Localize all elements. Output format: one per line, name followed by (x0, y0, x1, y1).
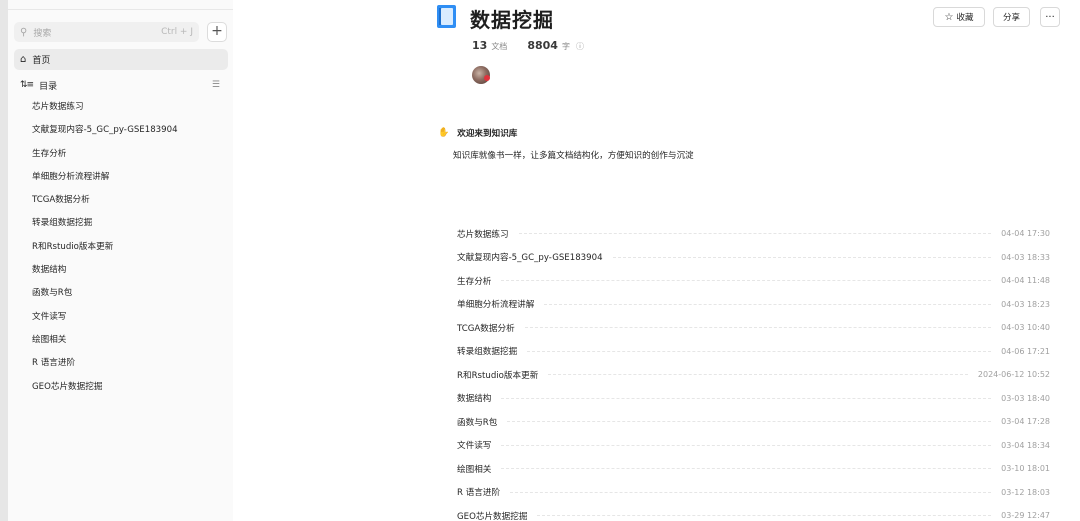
document-row[interactable]: 函数与R包 03-04 17:28 (457, 410, 1050, 434)
document-row[interactable]: 单细胞分析流程讲解 04-03 18:23 (457, 293, 1050, 317)
word-count: 8804 (527, 39, 558, 52)
home-icon: ⌂ (20, 54, 27, 65)
toc-label: 目录 (39, 81, 58, 92)
star-label: 收藏 (956, 13, 974, 23)
welcome-description: 知识库就像书一样，让多篇文档结构化，方便知识的创作与沉淀 (453, 151, 694, 161)
document-date: 03-12 18:03 (1001, 487, 1050, 497)
avatar[interactable] (472, 66, 490, 84)
document-date: 03-04 17:28 (1001, 417, 1050, 427)
document-title: 文件读写 (457, 441, 492, 452)
sidebar-doc-item[interactable]: 函数与R包 (32, 285, 227, 308)
search-icon: ⚲ (20, 26, 28, 38)
search-placeholder: 搜索 (33, 28, 52, 39)
doc-count-unit: 文档 (491, 42, 508, 51)
sidebar-divider (8, 9, 233, 10)
home-label: 首页 (32, 56, 51, 66)
document-date: 03-29 12:47 (1001, 511, 1050, 521)
page-title: 数据挖掘 (470, 8, 554, 32)
sidebar: ⚲ 搜索 Ctrl + J + ⌂ 首页 ⇅≡ 目录 ☰ 芯片数据练习 文献复现… (0, 0, 233, 521)
book-stats: 13 文档 8804 字 ⓘ (472, 39, 584, 52)
sidebar-doc-item[interactable]: 文献复现内容-5_GC_py-GSE183904 (32, 122, 227, 145)
document-row[interactable]: 绘图相关 03-10 18:01 (457, 457, 1050, 481)
document-date: 03-10 18:01 (1001, 464, 1050, 474)
search-shortcut: Ctrl + J (161, 27, 193, 37)
sidebar-doc-item[interactable]: 单细胞分析流程讲解 (32, 169, 227, 192)
star-icon: ☆ (944, 11, 954, 23)
document-title: 单细胞分析流程讲解 (457, 300, 535, 311)
sidebar-doc-list: 芯片数据练习 文献复现内容-5_GC_py-GSE183904 生存分析 单细胞… (32, 99, 227, 402)
document-row[interactable]: 生存分析 04-04 11:48 (457, 269, 1050, 293)
document-row[interactable]: R 语言进阶 03-12 18:03 (457, 481, 1050, 505)
search-input[interactable]: ⚲ 搜索 Ctrl + J (14, 22, 199, 42)
sidebar-item-home[interactable]: ⌂ 首页 (14, 49, 228, 70)
sidebar-doc-item[interactable]: R和Rstudio版本更新 (32, 239, 227, 262)
sidebar-doc-item[interactable]: 数据结构 (32, 262, 227, 285)
sidebar-doc-item[interactable]: TCGA数据分析 (32, 192, 227, 215)
document-date: 04-03 18:33 (1001, 252, 1050, 262)
document-title: 文献复现内容-5_GC_py-GSE183904 (457, 253, 603, 264)
document-title: TCGA数据分析 (457, 323, 515, 334)
word-count-unit: 字 (561, 42, 570, 51)
sidebar-doc-item[interactable]: 文件读写 (32, 309, 227, 332)
welcome-heading: ✋ 欢迎来到知识库 (438, 127, 517, 139)
document-title: 绘图相关 (457, 464, 492, 475)
document-title: 芯片数据练习 (457, 229, 509, 240)
sidebar-doc-item[interactable]: 生存分析 (32, 146, 227, 169)
document-title: 转录组数据挖掘 (457, 347, 518, 358)
document-title: R 语言进阶 (457, 488, 501, 499)
welcome-title-text: 欢迎来到知识库 (457, 129, 518, 139)
sidebar-doc-item[interactable]: 绘图相关 (32, 332, 227, 355)
document-title: 函数与R包 (457, 417, 498, 428)
sidebar-doc-item[interactable]: 转录组数据挖掘 (32, 215, 227, 238)
toc-header[interactable]: ⇅≡ 目录 ☰ (14, 76, 228, 94)
add-button[interactable]: + (207, 22, 227, 42)
document-date: 04-03 18:23 (1001, 299, 1050, 309)
more-button[interactable]: ··· (1040, 7, 1060, 27)
document-row[interactable]: 文献复现内容-5_GC_py-GSE183904 04-03 18:33 (457, 246, 1050, 270)
document-row[interactable]: GEO芯片数据挖掘 03-29 12:47 (457, 504, 1050, 521)
info-icon[interactable]: ⓘ (576, 41, 584, 52)
document-title: GEO芯片数据挖掘 (457, 511, 528, 521)
document-date: 03-04 18:34 (1001, 440, 1050, 450)
toc-icon: ⇅≡ (20, 80, 34, 90)
document-row[interactable]: 芯片数据练习 04-04 17:30 (457, 222, 1050, 246)
document-list: 芯片数据练习 04-04 17:30 文献复现内容-5_GC_py-GSE1839… (457, 222, 1050, 521)
document-title: R和Rstudio版本更新 (457, 370, 539, 381)
sidebar-doc-item[interactable]: 芯片数据练习 (32, 99, 227, 122)
sidebar-edge (0, 0, 8, 521)
share-button[interactable]: 分享 (993, 7, 1030, 27)
sidebar-doc-item[interactable]: R 语言进阶 (32, 355, 227, 378)
app-window: ⚲ 搜索 Ctrl + J + ⌂ 首页 ⇅≡ 目录 ☰ 芯片数据练习 文献复现… (0, 0, 1080, 521)
document-date: 04-03 10:40 (1001, 323, 1050, 333)
sidebar-doc-item[interactable]: GEO芯片数据挖掘 (32, 379, 227, 402)
doc-count: 13 (472, 39, 488, 52)
book-icon (437, 5, 456, 28)
document-date: 03-03 18:40 (1001, 393, 1050, 403)
document-row[interactable]: 转录组数据挖掘 04-06 17:21 (457, 340, 1050, 364)
document-date: 04-06 17:21 (1001, 346, 1050, 356)
document-date: 04-04 17:30 (1001, 229, 1050, 239)
document-row[interactable]: 数据结构 03-03 18:40 (457, 387, 1050, 411)
document-title: 生存分析 (457, 276, 492, 287)
waving-hand-icon: ✋ (438, 128, 450, 138)
document-date: 04-04 11:48 (1001, 276, 1050, 286)
document-date: 2024-06-12 10:52 (977, 370, 1050, 380)
document-row[interactable]: TCGA数据分析 04-03 10:40 (457, 316, 1050, 340)
toc-toggle-icon[interactable]: ☰ (212, 80, 220, 90)
document-row[interactable]: 文件读写 03-04 18:34 (457, 434, 1050, 458)
star-button[interactable]: ☆ 收藏 (933, 7, 985, 27)
document-title: 数据结构 (457, 394, 492, 405)
document-row[interactable]: R和Rstudio版本更新 2024-06-12 10:52 (457, 363, 1050, 387)
